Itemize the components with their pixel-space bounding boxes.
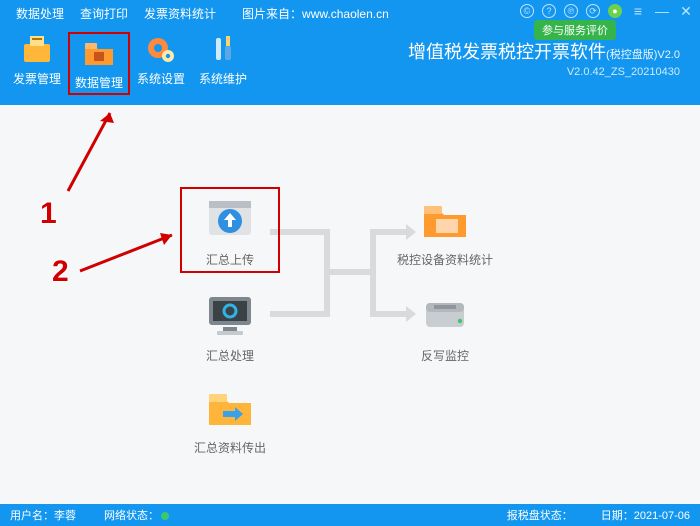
connector (330, 269, 370, 275)
tool-label: 发票管理 (13, 70, 61, 87)
tool-settings[interactable]: 系统设置 (130, 32, 192, 87)
title-version: V2.0.42_ZS_20210430 (408, 66, 680, 78)
menu-data[interactable]: 数据处理 (8, 1, 72, 26)
annotation-2: 2 (52, 255, 69, 289)
header: 数据处理 查询打印 发票资料统计 图片来自：www.chaolen.cn © ?… (0, 0, 700, 105)
badge-help-icon[interactable]: ? (542, 4, 556, 18)
node-label: 反写监控 (421, 349, 469, 363)
node-label: 汇总资料传出 (194, 441, 266, 455)
status-bar: 用户名：李蓉 网络状态： 报税盘状态： 日期：2021-07-06 (0, 504, 700, 526)
tool-maintain[interactable]: 系统维护 (192, 32, 254, 87)
node-label: 汇总上传 (206, 253, 254, 267)
status-user: 用户名：李蓉 (10, 507, 76, 523)
tool-label: 系统设置 (137, 70, 185, 87)
badge-refresh-icon[interactable]: ⟳ (586, 4, 600, 18)
node-monitor[interactable]: 反写监控 (395, 289, 495, 363)
folder-data-icon (82, 36, 116, 70)
tool-label: 系统维护 (199, 70, 247, 87)
invoice-icon (20, 32, 54, 66)
node-label: 税控设备资料统计 (397, 253, 493, 267)
title-edition: (税控盘版)V2.0 (606, 49, 680, 61)
globe-upload-icon (203, 193, 257, 247)
badge-p-icon[interactable]: ℗ (564, 4, 578, 18)
window-controls: © ? ℗ ⟳ ● ≡ — ✕ (520, 4, 694, 18)
close-icon[interactable]: ✕ (678, 4, 694, 18)
badge-copyright-icon[interactable]: © (520, 4, 534, 18)
node-device[interactable]: 税控设备资料统计 (395, 193, 495, 267)
node-process[interactable]: 汇总处理 (180, 289, 280, 363)
hdd-icon (418, 289, 472, 343)
watermark: 图片来自：www.chaolen.cn (242, 5, 389, 22)
node-label: 汇总处理 (206, 349, 254, 363)
arrow-2 (76, 225, 186, 285)
gear-icon (144, 32, 178, 66)
status-tax: 报税盘状态： (507, 507, 573, 523)
settings-bars-icon[interactable]: ≡ (630, 4, 646, 18)
arrow-1 (60, 99, 130, 199)
folder-export-icon (203, 381, 257, 435)
tool-label: 数据管理 (75, 74, 123, 91)
status-date: 日期：2021-07-06 (601, 507, 690, 523)
badge-user-icon[interactable]: ● (608, 4, 622, 18)
canvas: 汇总上传 税控设备资料统计 汇总处理 反写监控 汇总资料传出 (0, 105, 700, 504)
minimize-icon[interactable]: — (654, 4, 670, 18)
net-dot-icon (161, 512, 169, 520)
app-window: 数据处理 查询打印 发票资料统计 图片来自：www.chaolen.cn © ?… (0, 0, 700, 526)
node-upload[interactable]: 汇总上传 (180, 187, 280, 273)
menu-stats[interactable]: 发票资料统计 (136, 1, 224, 26)
eval-badge[interactable]: 参与服务评价 (534, 20, 616, 40)
tool-data[interactable]: 数据管理 (68, 32, 130, 95)
monitor-icon (203, 289, 257, 343)
tool-invoice[interactable]: 发票管理 (6, 32, 68, 87)
folder-device-icon (418, 193, 472, 247)
connector (370, 229, 376, 317)
annotation-1: 1 (40, 197, 57, 231)
menu-print[interactable]: 查询打印 (72, 1, 136, 26)
tools-icon (206, 32, 240, 66)
node-export[interactable]: 汇总资料传出 (180, 381, 280, 455)
status-net: 网络状态： (104, 507, 169, 523)
title-main: 增值税发票税控开票软件 (408, 42, 606, 62)
